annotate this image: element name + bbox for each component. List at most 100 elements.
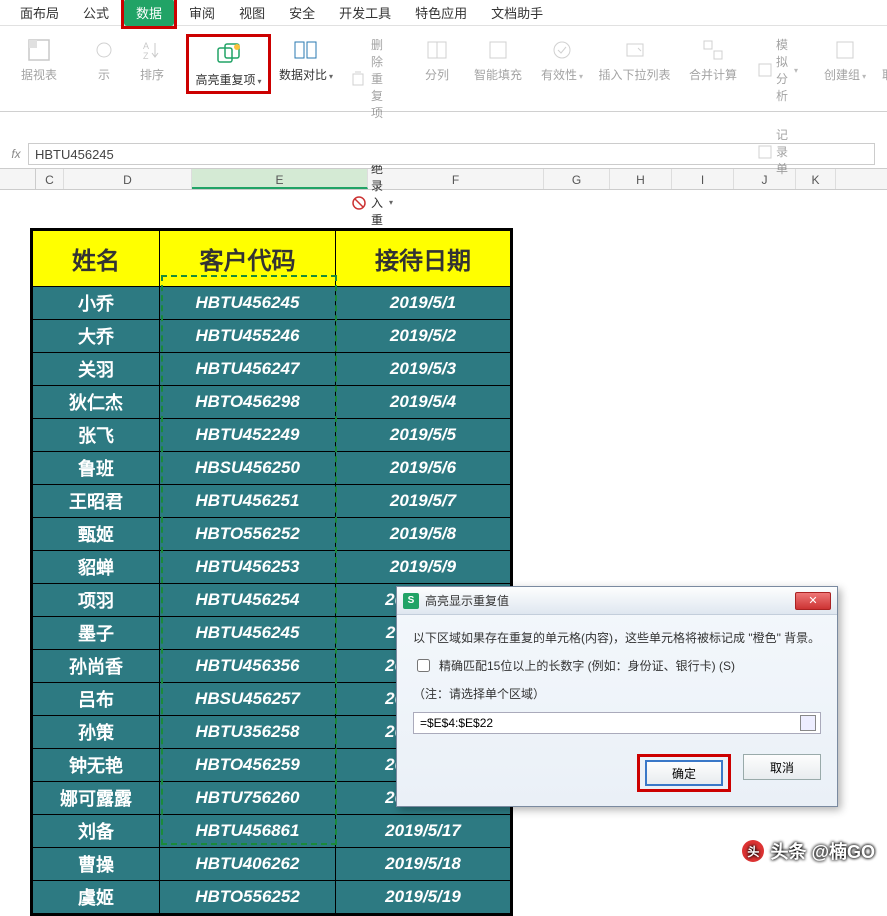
table-cell[interactable]: 孙策: [32, 716, 160, 749]
table-cell[interactable]: 娜可露露: [32, 782, 160, 815]
ok-button[interactable]: 确定: [645, 760, 723, 786]
table-cell[interactable]: HBTU456245: [160, 287, 336, 320]
table-cell[interactable]: HBTU455246: [160, 320, 336, 353]
col-header-C[interactable]: C: [36, 169, 64, 189]
split-icon: [423, 36, 451, 64]
ribbon-tab-7[interactable]: 特色应用: [403, 0, 479, 26]
table-cell[interactable]: HBTU406262: [160, 848, 336, 881]
table-header[interactable]: 接待日期: [336, 230, 512, 287]
spreadsheet-grid[interactable]: 姓名客户代码接待日期 小乔HBTU4562452019/5/1大乔HBTU455…: [0, 190, 887, 870]
select-all-corner[interactable]: [0, 169, 36, 189]
show-button: 示: [88, 34, 120, 82]
data-compare-button[interactable]: 数据对比▾: [277, 34, 335, 84]
sort-icon: AZ: [138, 36, 166, 64]
table-cell[interactable]: 貂蝉: [32, 551, 160, 584]
close-icon[interactable]: ✕: [795, 592, 831, 610]
table-cell[interactable]: HBTO556252: [160, 518, 336, 551]
table-cell[interactable]: 张飞: [32, 419, 160, 452]
col-header-H[interactable]: H: [610, 169, 672, 189]
table-cell[interactable]: 2019/5/18: [336, 848, 512, 881]
table-row: 张飞HBTU4522492019/5/5: [32, 419, 512, 452]
ribbon-tab-2[interactable]: 数据: [124, 0, 174, 26]
table-cell[interactable]: 钟无艳: [32, 749, 160, 782]
table-cell[interactable]: HBTU456247: [160, 353, 336, 386]
exact-match-checkbox[interactable]: [417, 659, 430, 672]
col-header-E[interactable]: E: [192, 169, 368, 189]
ribbon-tab-5[interactable]: 安全: [277, 0, 327, 26]
checkbox-label: 精确匹配15位以上的长数字 (例如：身份证、银行卡) (S): [439, 657, 735, 674]
table-header[interactable]: 姓名: [32, 230, 160, 287]
col-header-D[interactable]: D: [64, 169, 192, 189]
table-cell[interactable]: 2019/5/7: [336, 485, 512, 518]
table-cell[interactable]: HBTU456861: [160, 815, 336, 848]
ribbon-tab-1[interactable]: 公式: [71, 0, 121, 26]
range-picker-icon[interactable]: [800, 715, 816, 731]
range-field[interactable]: [413, 712, 821, 734]
table-cell[interactable]: 关羽: [32, 353, 160, 386]
pivot-icon: [25, 36, 53, 64]
table-cell[interactable]: 甄姬: [32, 518, 160, 551]
table-cell[interactable]: HBSU456257: [160, 683, 336, 716]
table-cell[interactable]: 小乔: [32, 287, 160, 320]
table-cell[interactable]: 2019/5/4: [336, 386, 512, 419]
table-row: 貂蝉HBTU4562532019/5/9: [32, 551, 512, 584]
table-cell[interactable]: 大乔: [32, 320, 160, 353]
table-cell[interactable]: 鲁班: [32, 452, 160, 485]
cancel-button[interactable]: 取消: [743, 754, 821, 780]
delete-icon: [351, 71, 367, 87]
record-form-button: 记录单: [754, 124, 802, 179]
ribbon-tab-0[interactable]: 面布局: [8, 0, 71, 26]
table-cell[interactable]: HBTU456253: [160, 551, 336, 584]
table-cell[interactable]: HBTO556252: [160, 881, 336, 915]
table-cell[interactable]: 2019/5/2: [336, 320, 512, 353]
table-cell[interactable]: 墨子: [32, 617, 160, 650]
col-header-G[interactable]: G: [544, 169, 610, 189]
table-cell[interactable]: 孙尚香: [32, 650, 160, 683]
table-cell[interactable]: HBTU452249: [160, 419, 336, 452]
table-cell[interactable]: 曹操: [32, 848, 160, 881]
table-cell[interactable]: 2019/5/8: [336, 518, 512, 551]
table-cell[interactable]: 2019/5/1: [336, 287, 512, 320]
pivot-table-button: 据视表: [10, 34, 68, 82]
highlight-duplicate-button[interactable]: 高亮重复项▾: [191, 39, 266, 89]
app-icon: S: [403, 593, 419, 609]
table-cell[interactable]: 2019/5/19: [336, 881, 512, 915]
table-cell[interactable]: HBTU356258: [160, 716, 336, 749]
table-cell[interactable]: 吕布: [32, 683, 160, 716]
fx-icon[interactable]: fx: [4, 147, 28, 161]
table-cell[interactable]: HBTO456259: [160, 749, 336, 782]
col-header-I[interactable]: I: [672, 169, 734, 189]
table-cell[interactable]: 王昭君: [32, 485, 160, 518]
fill-icon: [484, 36, 512, 64]
table-cell[interactable]: 刘备: [32, 815, 160, 848]
table-cell[interactable]: 2019/5/9: [336, 551, 512, 584]
table-cell[interactable]: 狄仁杰: [32, 386, 160, 419]
table-cell[interactable]: 2019/5/5: [336, 419, 512, 452]
table-cell[interactable]: HBTU456245: [160, 617, 336, 650]
table-cell[interactable]: 项羽: [32, 584, 160, 617]
table-cell[interactable]: HBTU456254: [160, 584, 336, 617]
ribbon-tab-6[interactable]: 开发工具: [327, 0, 403, 26]
table-cell[interactable]: HBTU456356: [160, 650, 336, 683]
ribbon-tab-8[interactable]: 文档助手: [479, 0, 555, 26]
table-cell[interactable]: HBTO456298: [160, 386, 336, 419]
table-cell[interactable]: HBTU456251: [160, 485, 336, 518]
ribbon-tab-3[interactable]: 审阅: [177, 0, 227, 26]
highlight-duplicate-dialog: S 高亮显示重复值 ✕ 以下区域如果存在重复的单元格(内容)，这些单元格将被标记…: [396, 586, 838, 807]
table-cell[interactable]: 2019/5/6: [336, 452, 512, 485]
dialog-titlebar[interactable]: S 高亮显示重复值 ✕: [397, 587, 837, 615]
table-row: 王昭君HBTU4562512019/5/7: [32, 485, 512, 518]
table-cell[interactable]: 2019/5/3: [336, 353, 512, 386]
table-cell[interactable]: 虞姬: [32, 881, 160, 915]
table-cell[interactable]: 2019/5/17: [336, 815, 512, 848]
highlight-dup-icon: [215, 41, 243, 69]
formula-input[interactable]: [28, 143, 875, 165]
table-header[interactable]: 客户代码: [160, 230, 336, 287]
table-cell[interactable]: HBSU456250: [160, 452, 336, 485]
table-row: 关羽HBTU4562472019/5/3: [32, 353, 512, 386]
range-input[interactable]: [418, 715, 800, 731]
col-header-F[interactable]: F: [368, 169, 544, 189]
ribbon-tab-4[interactable]: 视图: [227, 0, 277, 26]
split-button: 分列: [417, 34, 457, 82]
table-cell[interactable]: HBTU756260: [160, 782, 336, 815]
